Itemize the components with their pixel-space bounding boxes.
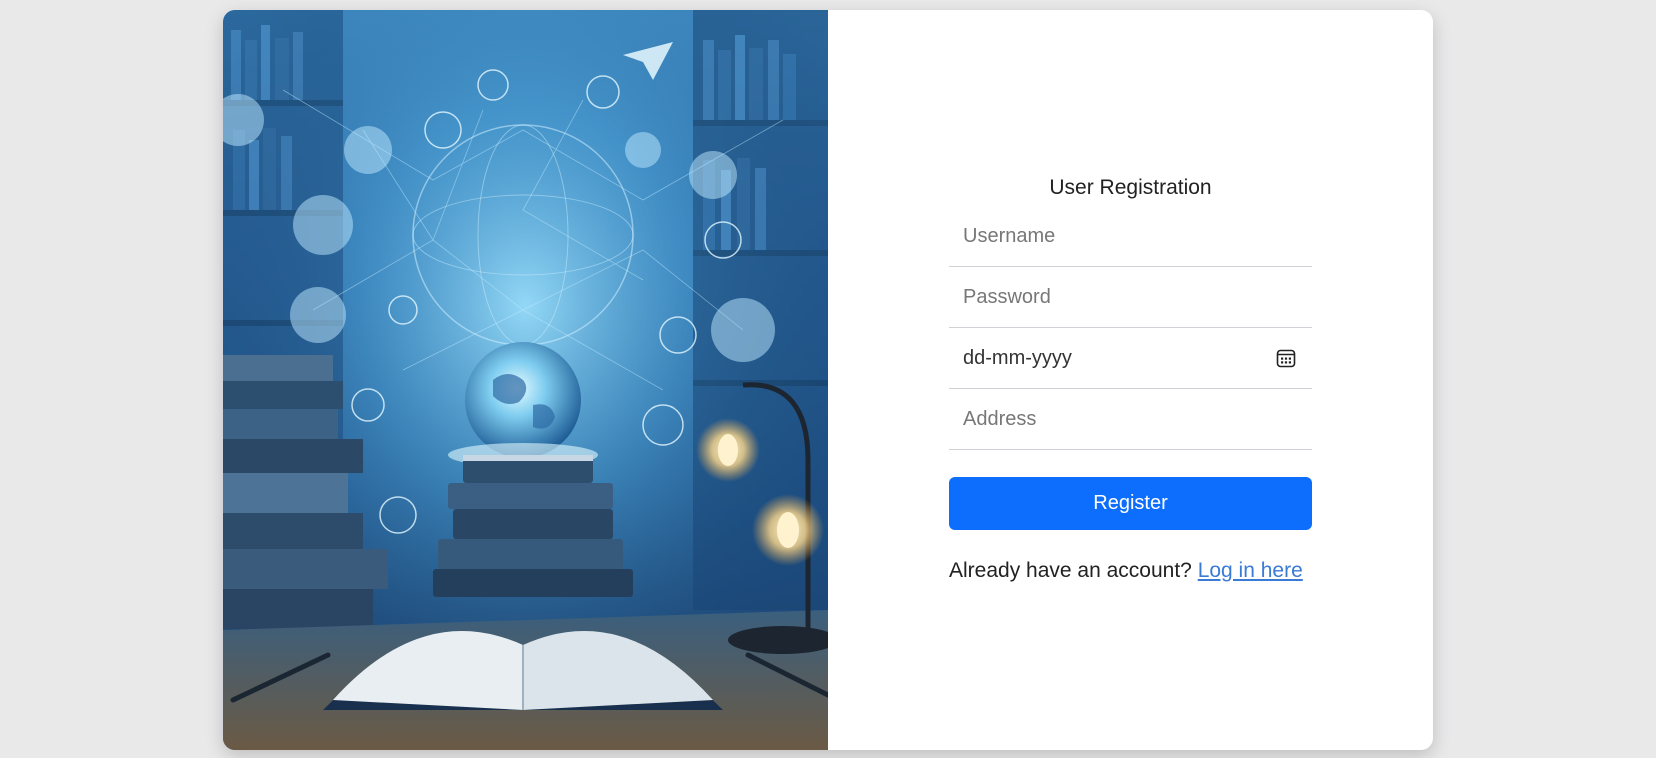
login-link[interactable]: Log in here — [1198, 559, 1303, 582]
date-of-birth-field[interactable]: dd-mm-yyyy — [949, 328, 1312, 389]
password-input[interactable] — [949, 267, 1312, 327]
library-globe-illustration — [223, 10, 828, 750]
form-title: User Registration — [1049, 176, 1212, 199]
password-field-wrapper — [949, 267, 1312, 328]
registration-form: User Registration dd-mm-yyyy — [949, 172, 1312, 583]
username-input[interactable] — [949, 206, 1312, 266]
login-prompt-line: Already have an account? Log in here — [949, 559, 1312, 583]
registration-card: User Registration dd-mm-yyyy — [223, 10, 1433, 750]
date-placeholder: dd-mm-yyyy — [963, 347, 1072, 369]
username-field-wrapper — [949, 206, 1312, 267]
address-input[interactable] — [949, 389, 1312, 449]
register-button[interactable]: Register — [949, 477, 1312, 530]
login-prompt-text: Already have an account? — [949, 559, 1192, 582]
calendar-icon[interactable] — [1276, 348, 1296, 368]
address-field-wrapper — [949, 389, 1312, 450]
hero-illustration — [223, 10, 828, 750]
